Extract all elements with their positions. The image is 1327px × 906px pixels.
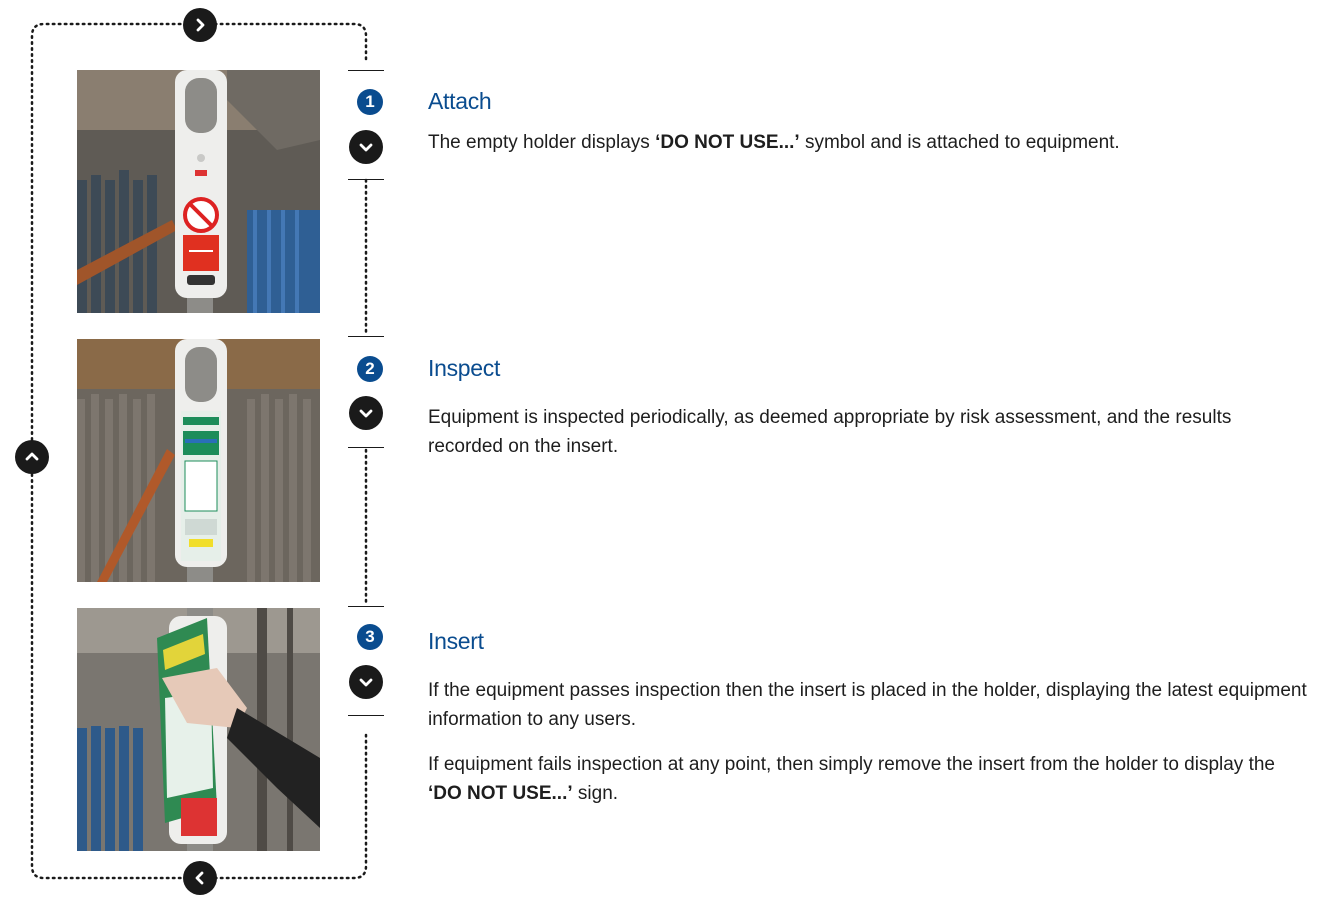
step-description: If the equipment passes inspection then … — [428, 680, 1307, 804]
do-not-use-label: ‘DO NOT USE...’ — [428, 783, 573, 804]
chevron-down-icon[interactable] — [349, 396, 383, 430]
step-number-badge: 2 — [357, 356, 383, 382]
step-number-badge: 1 — [357, 89, 383, 115]
step-description: The empty holder displays ‘DO NOT USE...… — [428, 132, 1120, 153]
chevron-down-icon[interactable] — [349, 130, 383, 164]
chevron-up-icon[interactable] — [15, 440, 49, 474]
step-title: Inspect — [428, 355, 501, 381]
step-title: Insert — [428, 628, 484, 654]
chevron-left-icon[interactable] — [183, 861, 217, 895]
divider-tick — [348, 447, 384, 448]
divider-tick — [348, 336, 384, 337]
do-not-use-label: ‘DO NOT USE...’ — [655, 132, 800, 153]
step-description: Equipment is inspected periodically, as … — [428, 407, 1232, 457]
step-number-badge: 3 — [357, 624, 383, 650]
step-photo — [77, 70, 320, 313]
divider-tick — [348, 606, 384, 607]
step-title: Attach — [428, 88, 492, 114]
chevron-right-icon[interactable] — [183, 8, 217, 42]
divider-tick — [348, 715, 384, 716]
step-photo — [77, 339, 320, 582]
divider-tick — [348, 179, 384, 180]
step-photo — [77, 608, 320, 851]
chevron-down-icon[interactable] — [349, 665, 383, 699]
divider-tick — [348, 70, 384, 71]
